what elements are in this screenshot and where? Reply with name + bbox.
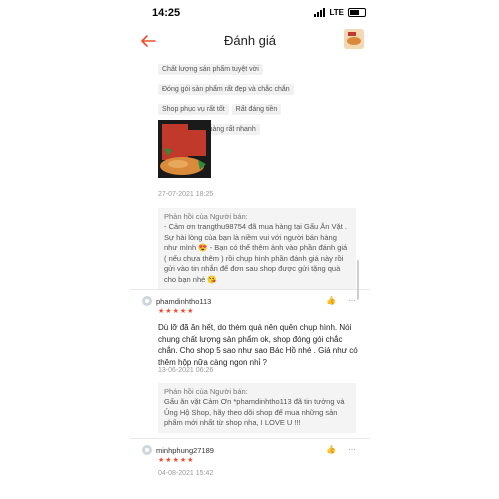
star-icon: ★ (158, 457, 165, 464)
scrollbar[interactable] (357, 260, 359, 300)
review-text: Dù lỡ đã ăn hết, do thèm quá nên quên ch… (158, 323, 358, 367)
status-bar: 14:25 LTE (0, 0, 499, 26)
avatar (142, 296, 152, 306)
header-bar: Đánh giá (130, 26, 370, 58)
star-icon: ★ (187, 457, 194, 464)
status-icons: LTE (314, 8, 366, 17)
reviewer-info: minhphung27189 (142, 445, 214, 455)
more-options-icon[interactable]: ⋯ (348, 296, 356, 305)
review-date: 04-08-2021 15:42 (158, 470, 214, 477)
rating-stars: ★ ★ ★ ★ ★ (158, 457, 193, 464)
thumbs-up-icon[interactable]: 👍 (326, 445, 336, 454)
reviewer-info: phamdinhtho113 (142, 296, 211, 306)
review-tag: Shop phục vụ rất tốt (158, 104, 229, 115)
battery-icon (348, 8, 366, 17)
divider (130, 438, 370, 439)
seller-reply-body: - Cảm ơn trangthu98754 đã mua hàng tại G… (164, 222, 348, 284)
star-icon: ★ (165, 308, 172, 315)
product-thumbnail[interactable] (344, 29, 364, 49)
reviewer-username: minhphung27189 (156, 445, 214, 455)
star-icon: ★ (165, 457, 172, 464)
review-tag: Đóng gói sản phẩm rất đẹp và chắc chắn (158, 84, 294, 95)
review-actions: 👍 ⋯ (326, 296, 356, 305)
star-icon: ★ (179, 457, 187, 464)
seller-reply: Phản hồi của Người bán: Gấu ăn vặt Cảm Ơ… (158, 383, 356, 433)
reviewer-username: phamdinhtho113 (156, 296, 212, 306)
avatar (142, 445, 152, 455)
more-options-icon[interactable]: ⋯ (348, 445, 356, 454)
star-icon: ★ (172, 457, 179, 464)
review-date: 27-07-2021 18:25 (158, 191, 214, 198)
star-icon: ★ (187, 308, 194, 315)
thumbs-up-icon[interactable]: 👍 (326, 296, 336, 305)
review-date: 13-06-2021 06:26 (158, 367, 214, 374)
review-list: Chất lượng sản phẩm tuyệt vời Đóng gói s… (130, 58, 370, 499)
rating-stars: ★ ★ ★ ★ ★ (158, 308, 193, 315)
status-time: 14:25 (152, 7, 181, 19)
star-icon: ★ (172, 308, 179, 315)
seller-reply: Phản hồi của Người bán: - Cảm ơn trangth… (158, 208, 356, 289)
review-tag: Chất lượng sản phẩm tuyệt vời (158, 64, 263, 75)
review-actions: 👍 ⋯ (326, 445, 356, 454)
page-title: Đánh giá (223, 33, 277, 48)
divider (130, 289, 370, 290)
signal-icon (314, 8, 326, 17)
review-photo[interactable] (158, 120, 211, 178)
seller-reply-body: Gấu ăn vặt Cảm Ơn *phamdinhtho113 đã tin… (164, 397, 345, 427)
star-icon: ★ (158, 308, 165, 315)
seller-reply-title: Phản hồi của Người bán: (164, 212, 248, 221)
review-tag: Rất đáng tiền (231, 104, 282, 115)
seller-reply-title: Phản hồi của Người bán: (164, 387, 248, 396)
star-icon: ★ (179, 308, 187, 315)
network-label: LTE (329, 8, 344, 17)
